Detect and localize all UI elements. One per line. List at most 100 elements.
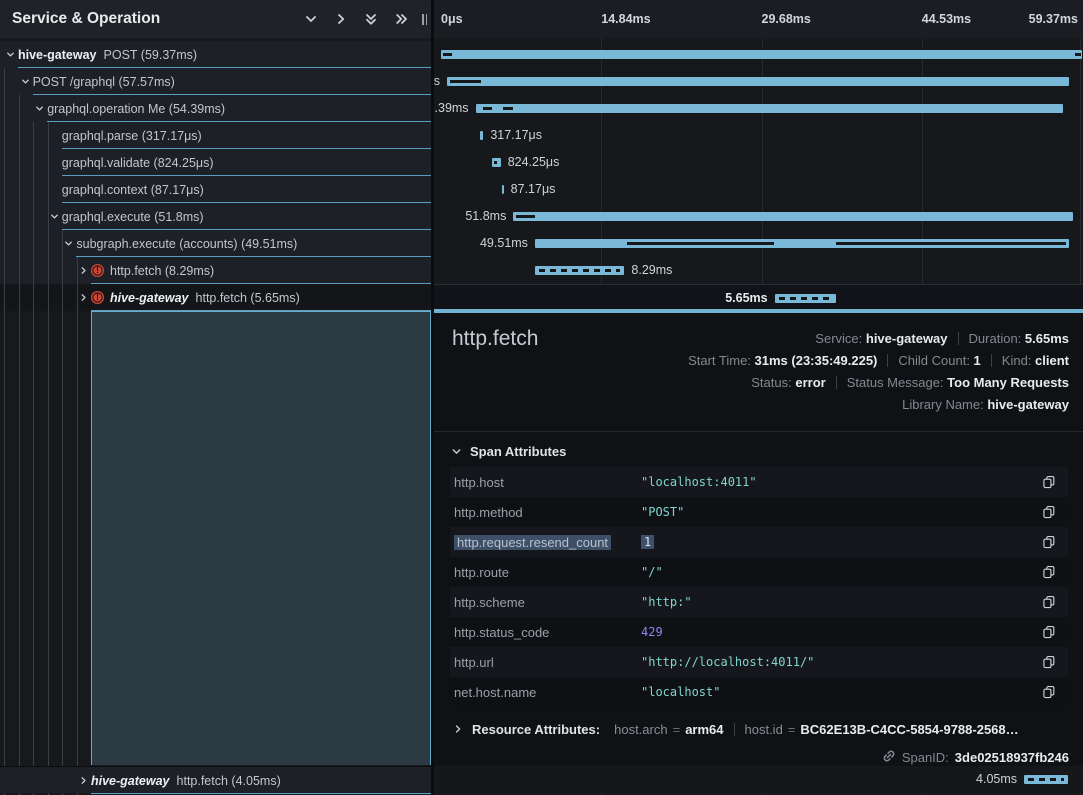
tree-row[interactable]: graphql.parse (317.17μs) bbox=[0, 122, 431, 149]
meta-value: client bbox=[1035, 353, 1069, 368]
attribute-row: http.route"/" bbox=[450, 557, 1068, 587]
meta-separator bbox=[836, 376, 837, 389]
time-tick: 14.84ms bbox=[601, 12, 650, 26]
chevron-down-icon[interactable] bbox=[34, 103, 47, 114]
tree-row[interactable]: graphql.execute (51.8ms) bbox=[0, 203, 431, 230]
span-bar[interactable] bbox=[447, 77, 1069, 86]
copy-icon[interactable] bbox=[1042, 535, 1056, 549]
attribute-key: http.host bbox=[450, 475, 641, 490]
timeline-row[interactable]: 317.17μs bbox=[434, 122, 1083, 149]
operation-name: graphql.context (87.17μs) bbox=[62, 183, 204, 197]
span-bar[interactable] bbox=[480, 131, 483, 140]
indent-guide bbox=[48, 122, 49, 795]
copy-icon[interactable] bbox=[1042, 595, 1056, 609]
meta-separator bbox=[958, 332, 959, 345]
attribute-row: http.host"localhost:4011" bbox=[450, 467, 1068, 497]
span-bar[interactable] bbox=[535, 266, 625, 275]
collapse-all-icon[interactable] bbox=[362, 11, 379, 28]
meta-value: error bbox=[795, 375, 825, 390]
span-meta-line: Status: errorStatus Message: Too Many Re… bbox=[688, 372, 1069, 394]
span-bar[interactable] bbox=[476, 104, 1063, 113]
attribute-value: "http:" bbox=[641, 595, 1042, 609]
attribute-value: "localhost:4011" bbox=[641, 475, 1042, 489]
copy-icon[interactable] bbox=[1042, 655, 1056, 669]
timeline-header: 0μs14.84ms29.68ms44.53ms59.37ms bbox=[434, 0, 1083, 38]
tree-row[interactable]: POST /graphql (57.57ms) bbox=[0, 68, 431, 95]
text-selection: 1 bbox=[641, 535, 654, 549]
copy-icon[interactable] bbox=[1042, 565, 1056, 579]
equals-sign: = bbox=[673, 722, 681, 737]
tree-row[interactable]: hive-gatewayPOST (59.37ms) bbox=[0, 41, 431, 68]
tree-row[interactable]: subgraph.execute (accounts) (49.51ms) bbox=[0, 230, 431, 257]
meta-label: Child Count: bbox=[898, 353, 973, 368]
tree-row[interactable]: !hive-gatewayhttp.fetch (5.65ms) bbox=[0, 284, 431, 311]
duration-label: 49.51ms bbox=[480, 230, 528, 257]
span-bar[interactable] bbox=[775, 294, 836, 303]
timeline-row[interactable]: 87.17μs bbox=[434, 176, 1083, 203]
chevron-down-icon[interactable] bbox=[20, 76, 33, 87]
collapse-one-icon[interactable] bbox=[302, 11, 319, 28]
expand-all-icon[interactable] bbox=[392, 11, 409, 28]
span-bar[interactable] bbox=[502, 185, 504, 194]
child-span-segment bbox=[516, 215, 535, 218]
link-icon[interactable] bbox=[882, 749, 896, 766]
child-span-segment bbox=[836, 242, 1066, 245]
meta-separator bbox=[887, 354, 888, 367]
chevron-down-icon[interactable] bbox=[5, 49, 18, 60]
span-bar[interactable] bbox=[441, 50, 1082, 59]
resize-handle-icon[interactable] bbox=[422, 14, 427, 25]
tree-row[interactable]: !http.fetch (8.29ms) bbox=[0, 257, 431, 284]
span-title: http.fetch bbox=[452, 327, 538, 351]
tree-row[interactable]: graphql.context (87.17μs) bbox=[0, 176, 431, 203]
timeline-row[interactable]: 824.25μs bbox=[434, 149, 1083, 176]
attribute-key: net.host.name bbox=[450, 685, 641, 700]
meta-value: hive-gateway bbox=[866, 331, 948, 346]
timeline-row[interactable]: 49.51ms bbox=[434, 230, 1083, 257]
copy-icon[interactable] bbox=[1042, 685, 1056, 699]
tree-row[interactable]: graphql.validate (824.25μs) bbox=[0, 149, 431, 176]
meta-label: Start Time: bbox=[688, 353, 754, 368]
copy-icon[interactable] bbox=[1042, 505, 1056, 519]
chevron-down-icon[interactable] bbox=[63, 238, 76, 249]
attribute-value: 1 bbox=[641, 535, 1042, 549]
chevron-right-icon[interactable] bbox=[78, 265, 91, 276]
meta-label: Status: bbox=[751, 375, 795, 390]
tree-row[interactable]: graphql.operation Me (54.39ms) bbox=[0, 95, 431, 122]
meta-label: Status Message: bbox=[847, 375, 947, 390]
timeline-row[interactable]: 51.8ms bbox=[434, 203, 1083, 230]
timeline-row[interactable]: 54.39ms bbox=[434, 95, 1083, 122]
timeline-row[interactable]: 57.57ms bbox=[434, 68, 1083, 95]
timeline-row[interactable] bbox=[434, 41, 1083, 68]
copy-icon[interactable] bbox=[1042, 625, 1056, 639]
attribute-key: http.scheme bbox=[450, 595, 641, 610]
child-span-segment bbox=[483, 107, 492, 110]
timeline-row[interactable]: 8.29ms bbox=[434, 257, 1083, 284]
meta-label: Duration: bbox=[969, 331, 1025, 346]
attribute-key: http.request.resend_count bbox=[450, 535, 641, 550]
span-attributes-header[interactable]: Span Attributes bbox=[450, 444, 1083, 459]
timeline-row[interactable]: 4.05ms bbox=[434, 766, 1083, 793]
attribute-key: http.url bbox=[450, 655, 641, 670]
chevron-down-icon bbox=[450, 445, 463, 458]
timeline-row[interactable]: 5.65ms bbox=[434, 284, 1083, 311]
operation-name: POST (59.37ms) bbox=[104, 48, 198, 62]
resource-attributes-title: Resource Attributes: bbox=[472, 722, 600, 737]
chevron-right-icon[interactable] bbox=[78, 292, 91, 303]
tree-row[interactable]: hive-gatewayhttp.fetch (4.05ms) bbox=[0, 767, 431, 794]
span-bar-dashes bbox=[1028, 778, 1064, 781]
duration-label: 8.29ms bbox=[631, 257, 672, 284]
span-bar[interactable] bbox=[1024, 775, 1068, 784]
operation-name: graphql.parse (317.17μs) bbox=[62, 129, 202, 143]
copy-icon[interactable] bbox=[1042, 475, 1056, 489]
expand-one-icon[interactable] bbox=[332, 11, 349, 28]
span-bar[interactable] bbox=[513, 212, 1072, 221]
attribute-value: "localhost" bbox=[641, 685, 1042, 699]
trace-viewer: { "left_panel": { "title": "Service & Op… bbox=[0, 0, 1083, 795]
chevron-down-icon[interactable] bbox=[49, 211, 62, 222]
indent-guide bbox=[33, 122, 34, 795]
resource-attributes-row[interactable]: Resource Attributes: host.arch=arm64host… bbox=[452, 715, 1019, 743]
chevron-right-icon[interactable] bbox=[78, 775, 91, 786]
resource-separator bbox=[734, 723, 735, 736]
span-meta-line: Service: hive-gatewayDuration: 5.65ms bbox=[688, 328, 1069, 350]
duration-label: 54.39ms bbox=[434, 95, 469, 122]
